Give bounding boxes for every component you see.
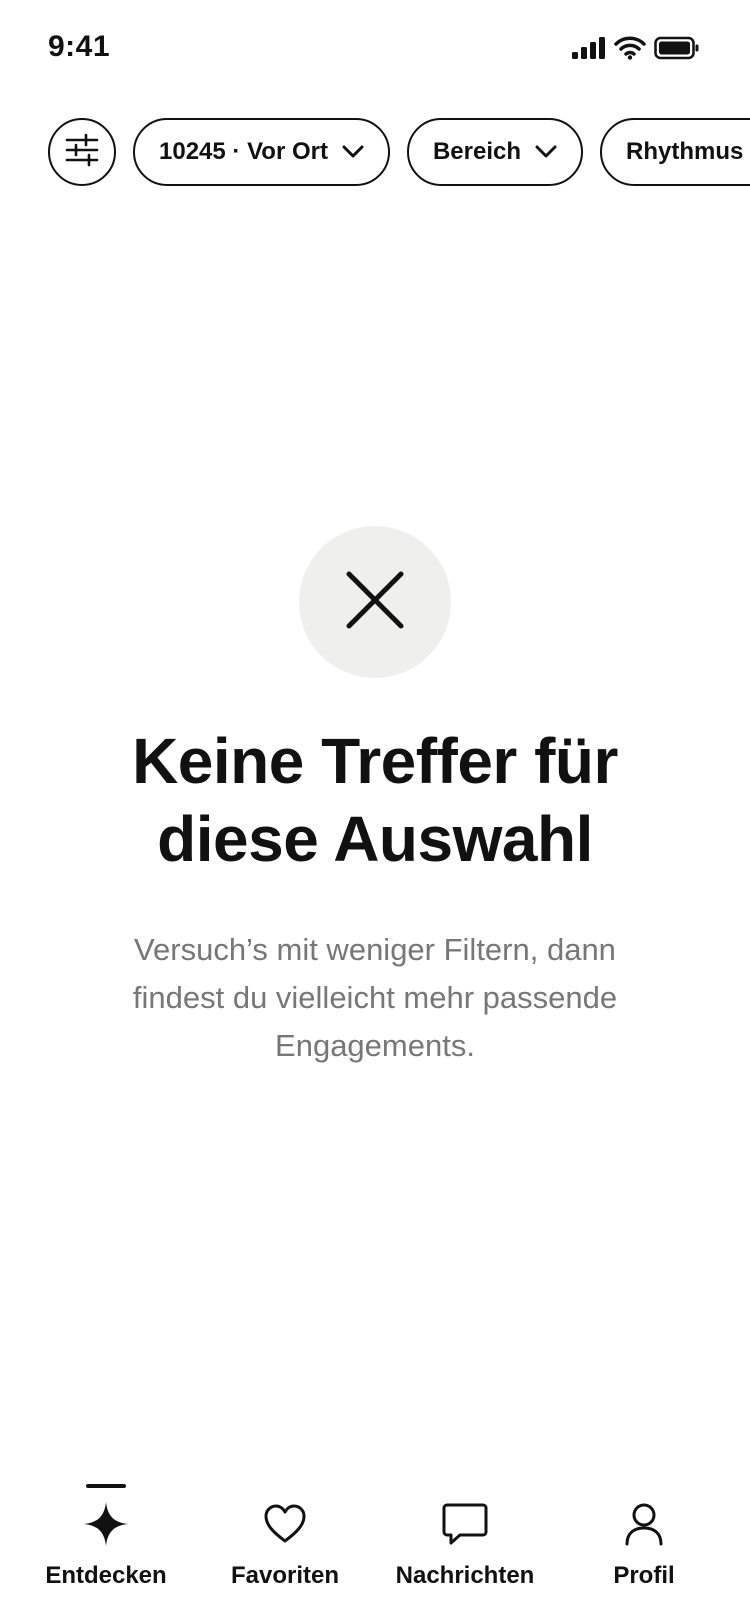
tab-entdecken-label: Entdecken	[45, 1562, 167, 1589]
active-tab-indicator	[86, 1484, 126, 1488]
sliders-icon	[65, 133, 99, 172]
person-icon	[624, 1498, 664, 1550]
filter-chip-rhythm-label: Rhythmus	[626, 138, 744, 165]
status-icons	[572, 36, 700, 65]
sparkle-icon	[83, 1498, 129, 1550]
bottom-tab-bar: Entdecken Favoriten Nachrichten Profil	[0, 1478, 750, 1624]
tab-nachrichten-label: Nachrichten	[395, 1562, 535, 1589]
filter-bar: 10245 · Vor Ort Bereich Rhythmus	[48, 118, 750, 186]
filter-settings-button[interactable]	[48, 118, 116, 186]
filter-chip-area[interactable]: Bereich	[406, 118, 584, 186]
message-bubble-icon	[442, 1498, 488, 1550]
empty-state-title: Keine Treffer für diese Auswahl	[132, 725, 618, 875]
battery-icon	[654, 36, 700, 65]
close-icon	[343, 568, 407, 637]
tab-favoriten[interactable]: Favoriten	[195, 1478, 375, 1598]
status-time: 9:41	[48, 30, 111, 63]
filter-chip-location-label: 10245 · Vor Ort	[159, 138, 328, 165]
tab-profil-label: Profil	[613, 1562, 675, 1589]
empty-state-message: Versuch’s mit weniger Filtern, dann find…	[132, 932, 618, 1063]
screen: 9:41 10245 · Vor Ort Bereich Rhythmus Ke…	[0, 0, 750, 1624]
tab-profil[interactable]: Profil	[554, 1478, 734, 1598]
cellular-signal-icon	[572, 37, 606, 64]
chevron-down-icon	[342, 145, 364, 159]
filter-chip-area-label: Bereich	[432, 138, 522, 165]
wifi-icon	[614, 36, 646, 65]
heart-icon	[263, 1498, 307, 1550]
filter-chip-location[interactable]: 10245 · Vor Ort	[133, 118, 390, 186]
filter-chip-rhythm[interactable]: Rhythmus	[600, 118, 750, 186]
chevron-down-icon	[535, 145, 557, 159]
tab-entdecken[interactable]: Entdecken	[16, 1478, 196, 1598]
tab-favoriten-label: Favoriten	[230, 1562, 340, 1589]
empty-state-icon-circle	[299, 526, 451, 678]
tab-nachrichten[interactable]: Nachrichten	[375, 1478, 555, 1598]
